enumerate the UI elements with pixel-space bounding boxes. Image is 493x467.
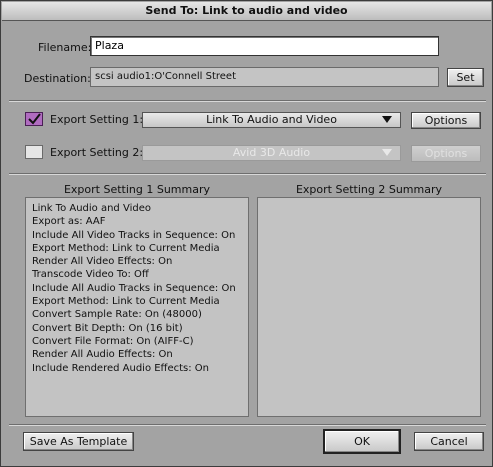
summary-line: Render All Audio Effects: On: [32, 349, 173, 361]
destination-label: Destination:: [24, 72, 91, 85]
ok-button[interactable]: OK: [323, 429, 401, 454]
export-setting-1-options-button[interactable]: Options: [411, 112, 481, 129]
export-setting-1-dropdown[interactable]: Link To Audio and Video: [142, 112, 401, 128]
filename-input[interactable]: Plaza: [90, 36, 439, 56]
filename-label: Filename:: [38, 41, 92, 54]
summary-line: Convert Bit Depth: On (16 bit): [32, 322, 183, 334]
cancel-button[interactable]: Cancel: [414, 432, 484, 451]
divider: [9, 424, 486, 426]
summary-line: Include All Video Tracks in Sequence: On: [32, 229, 236, 241]
export-setting-2-value: Avid 3D Audio: [232, 146, 311, 159]
export-setting-1-value: Link To Audio and Video: [206, 113, 337, 126]
set-button[interactable]: Set: [447, 68, 484, 87]
destination-path: scsi audio1:O'Connell Street: [90, 67, 439, 87]
summary-line: Export Method: Link to Current Media: [32, 242, 220, 254]
export-setting-1-label: Export Setting 1:: [50, 113, 144, 126]
chevron-down-icon: [382, 149, 392, 156]
summary-line: Convert Sample Rate: On (48000): [32, 309, 202, 321]
export-setting-2-checkbox[interactable]: [25, 145, 43, 159]
export-setting-1-checkbox[interactable]: [25, 112, 43, 126]
chevron-down-icon: [382, 116, 392, 123]
summary-line: Render All Video Effects: On: [32, 256, 173, 268]
summary-2-title: Export Setting 2 Summary: [295, 183, 443, 196]
summary-1-list: Link To Audio and Video Export as: AAF Inc…: [26, 198, 248, 375]
summary-line: Convert File Format: On (AIFF-C): [32, 335, 194, 347]
send-to-dialog: Send To: Link to audio and video Filenam…: [0, 0, 493, 467]
save-as-template-button[interactable]: Save As Template: [23, 432, 134, 451]
summary-1-panel: Link To Audio and Video Export as: AAF Inc…: [25, 197, 249, 417]
summary-line: Export Method: Link to Current Media: [32, 296, 220, 308]
summary-line: Include All Audio Tracks in Sequence: On: [32, 282, 236, 294]
summary-line: Link To Audio and Video: [32, 203, 151, 214]
export-setting-2-dropdown[interactable]: Avid 3D Audio: [142, 145, 401, 161]
divider: [9, 100, 486, 102]
divider: [9, 173, 486, 175]
summary-line: Transcode Video To: Off: [32, 269, 149, 281]
export-setting-2-label: Export Setting 2:: [50, 146, 144, 159]
summary-line: Include Rendered Audio Effects: On: [32, 362, 209, 374]
export-setting-2-options-button[interactable]: Options: [411, 145, 481, 162]
checkmark-icon: [28, 113, 41, 125]
dialog-title: Send To: Link to audio and video: [2, 2, 491, 21]
summary-1-title: Export Setting 1 Summary: [63, 183, 211, 196]
summary-2-panel: [257, 197, 481, 417]
summary-line: Export as: AAF: [32, 216, 106, 228]
